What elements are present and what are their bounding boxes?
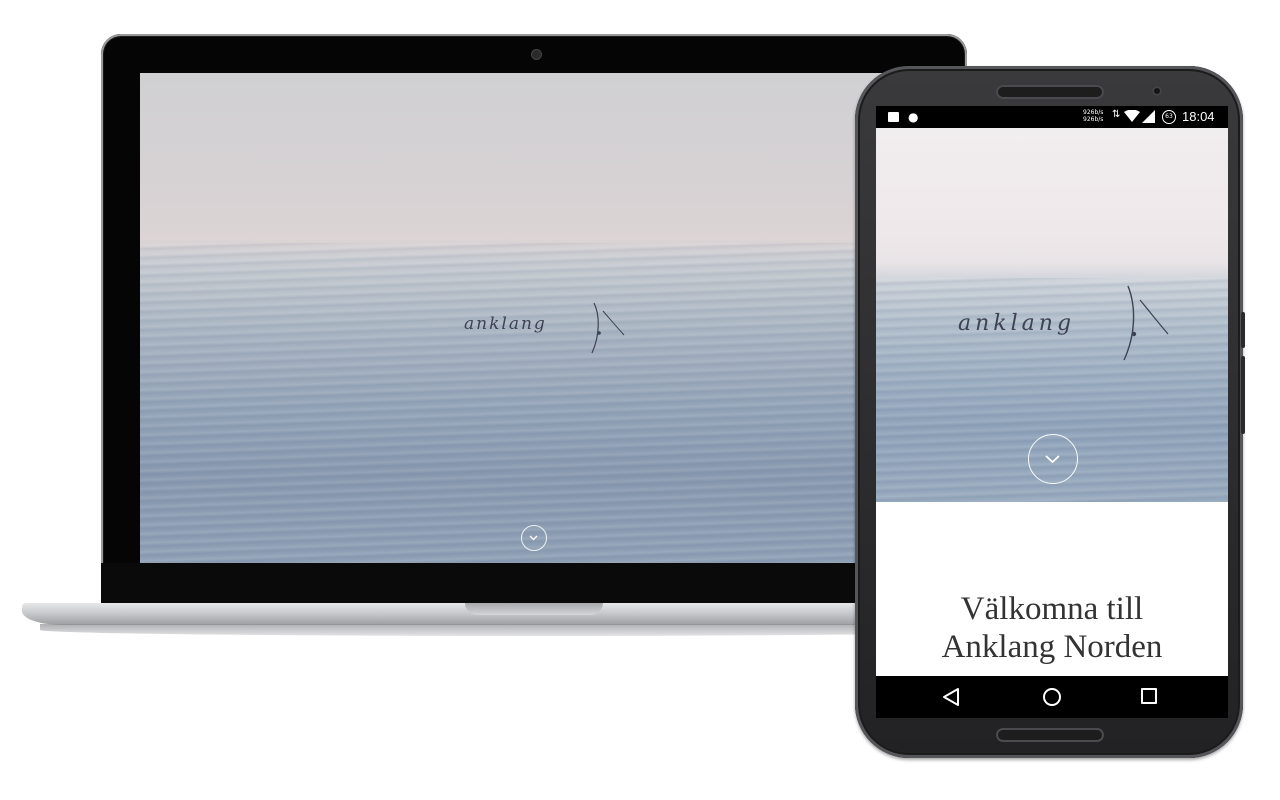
volume-button [1241,356,1245,434]
drop-icon: ● [908,110,919,124]
anklang-logo[interactable]: anklang [956,278,1176,368]
battery-icon: 63 [1162,110,1176,124]
webcam-icon [531,49,542,60]
welcome-line-2: Anklang Norden [941,629,1163,665]
clock: 18:04 [1182,109,1215,124]
logo-text: anklang [958,311,1075,336]
hero-section: anklang [876,128,1228,502]
scroll-down-button[interactable] [1028,434,1078,484]
phone-screen: ● 926b/s 926b/s ⇅ 63 18:04 anklang Välko… [876,106,1228,718]
logo-text: anklang [464,314,547,334]
laptop-screen: anklang [140,73,940,563]
signal-icon [1142,110,1155,123]
laptop-opening-notch [465,603,603,615]
anklang-logo[interactable]: anklang [460,293,640,363]
image-icon [888,112,899,122]
wifi-icon [1124,110,1140,122]
scroll-down-button[interactable] [521,525,547,551]
welcome-heading: Välkomna till Anklang Norden [876,590,1228,666]
power-button [1241,312,1245,348]
home-circle-icon[interactable] [1043,688,1061,706]
chevron-down-icon [529,535,538,541]
data-arrows-icon: ⇅ [1112,109,1121,120]
status-bar: ● 926b/s 926b/s ⇅ 63 18:04 [876,106,1228,128]
earpiece-speaker [996,85,1104,99]
front-camera-icon [1152,86,1162,96]
chevron-down-icon [1045,455,1060,464]
back-triangle-icon[interactable] [942,687,960,707]
sea-texture [140,243,940,563]
bottom-speaker [996,728,1104,742]
recent-square-icon[interactable] [1141,688,1157,704]
android-nav-bar [876,676,1228,718]
network-speed: 926b/s 926b/s [1083,109,1104,123]
laptop-bezel [101,563,967,606]
welcome-line-1: Välkomna till [960,591,1144,627]
